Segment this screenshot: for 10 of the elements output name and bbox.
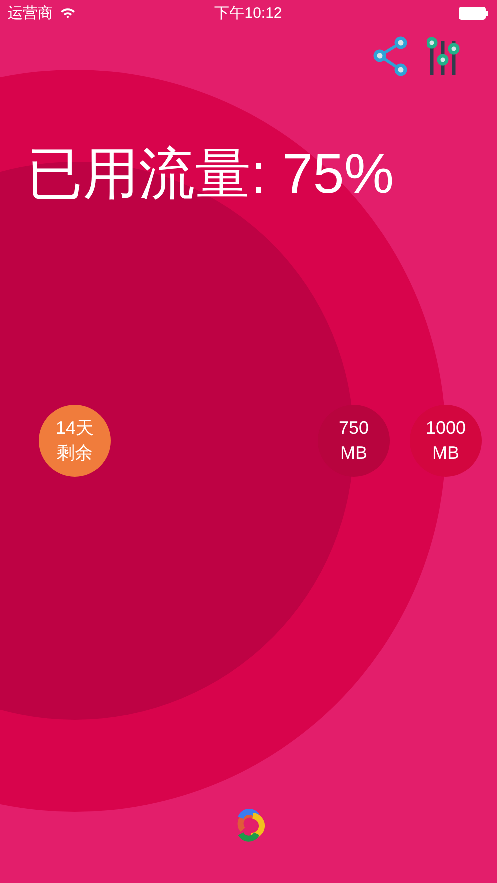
marker-label: 14天 剩余	[56, 416, 94, 465]
battery-icon	[459, 6, 489, 20]
sliders-icon[interactable]	[427, 36, 461, 78]
marker-label: 1000 MB	[426, 416, 466, 465]
wifi-icon	[60, 7, 76, 19]
share-icon[interactable]	[373, 36, 409, 78]
marker-label: 750 MB	[338, 416, 370, 465]
usage-title: 已用流量: 75%	[27, 141, 396, 207]
carrier-label: 运营商	[8, 4, 53, 22]
status-time: 下午10:12	[214, 4, 282, 22]
